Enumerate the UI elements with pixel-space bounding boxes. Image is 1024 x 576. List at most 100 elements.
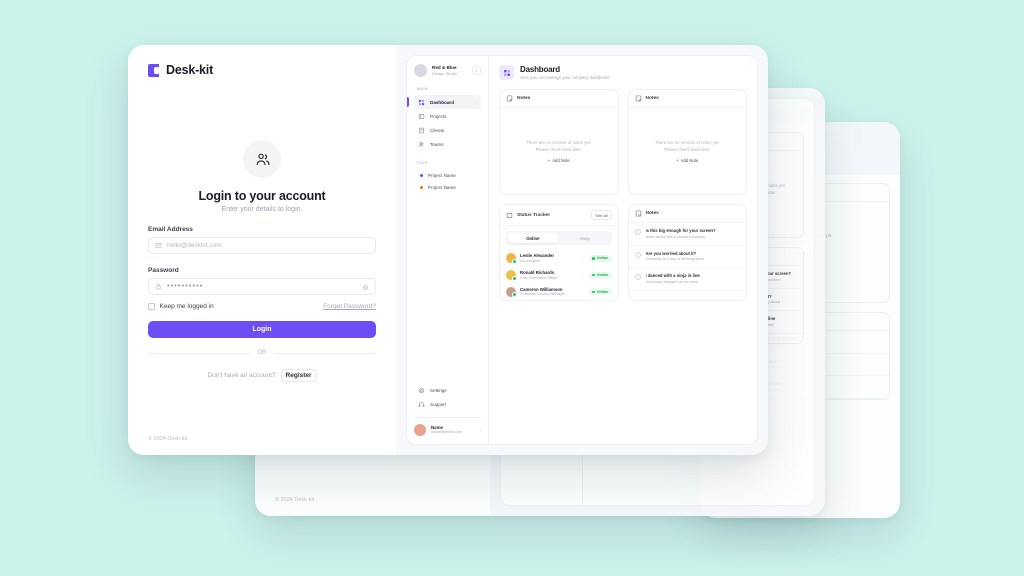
sidebar-item-clients[interactable]: Clients — [414, 123, 481, 137]
list-item[interactable]: Ronald Richards Chief Executive Officer … — [500, 267, 618, 284]
note-desc: Geometry is a way of thinking about — [645, 257, 705, 262]
card-header: Status Tracker See all — [500, 205, 618, 226]
sidebar-item-label: Settings — [430, 387, 447, 393]
fav-dot-icon — [420, 185, 423, 189]
notes-list-title: Notes — [645, 211, 659, 216]
person-name: Ronald Richards — [520, 269, 555, 275]
login-window: Desk-kit Login to your account Enter you… — [128, 45, 768, 455]
org-switcher[interactable]: Red & Blue Design Studio ↕ — [414, 64, 481, 77]
list-item[interactable]: Cameron Williamson Customer Service Mana… — [500, 284, 618, 301]
plus-icon: + — [676, 157, 679, 163]
sidebar-fav-item-2[interactable]: Project Name — [414, 181, 481, 193]
brand: Desk-kit — [148, 63, 376, 77]
dashboard-inner: Red & Blue Design Studio ↕ MAIN Dashboar… — [406, 55, 758, 445]
empty-line-1: There are no records of notes yet. — [526, 139, 592, 145]
note-title: Are you worried about it? — [645, 250, 697, 256]
lock-icon — [156, 283, 161, 290]
sidebar-item-label: Project Name — [428, 172, 456, 178]
page-title: Login to your account — [198, 189, 326, 203]
sidebar-item-dashboard[interactable]: Dashboard › — [407, 95, 481, 109]
password-field[interactable]: •••••••••• — [148, 278, 376, 295]
cards-row-2: Status Tracker See all Online Away Lesli — [499, 204, 747, 302]
divider-line-right — [273, 352, 376, 354]
sidebar-item-label: Teams — [430, 141, 444, 147]
tab-away[interactable]: Away — [560, 233, 610, 243]
status-badge: Online — [588, 288, 612, 296]
status-tracker-card: Status Tracker See all Online Away Lesli — [499, 204, 619, 302]
status-tabs: Online Away — [506, 231, 612, 245]
notes-empty-state: There are no records of notes yet. Pleas… — [500, 108, 618, 194]
sidebar-item-teams[interactable]: Teams — [414, 137, 481, 151]
empty-line-2: Please check back later. — [664, 146, 711, 152]
divider-line-left — [148, 352, 251, 354]
tab-online[interactable]: Online — [508, 233, 558, 243]
list-item[interactable]: Leslie Alexander Ux Designer Online — [500, 250, 618, 267]
footer-copyright: © 2024 Desk-kit — [275, 497, 315, 503]
email-placeholder: hello@deskkit.com — [167, 242, 222, 249]
sidebar: Red & Blue Design Studio ↕ MAIN Dashboar… — [407, 56, 489, 444]
keep-logged-in-checkbox[interactable]: Keep me logged in — [148, 303, 214, 310]
add-note-button[interactable]: + Add Note — [676, 158, 698, 163]
list-item[interactable]: Are you worried about it? Geometry is a … — [628, 246, 746, 269]
dashboard-header: Dashboard Here you can manage your compa… — [499, 65, 747, 80]
card-header: Notes — [628, 90, 746, 108]
org-avatar — [414, 64, 427, 77]
person-role: Ux Designer — [520, 258, 541, 263]
sidebar-fav-item-1[interactable]: Project Name — [414, 169, 481, 181]
email-field[interactable]: hello@deskkit.com — [148, 237, 376, 254]
notes-card-empty: Notes There are no records of notes yet.… — [499, 89, 619, 195]
sidebar-item-label: Project Name — [428, 184, 456, 190]
footer-copyright: © 2024 Desk-kit — [148, 436, 188, 442]
divider-label: OR — [257, 350, 267, 356]
sidebar-item-label: Projects — [430, 113, 447, 119]
note-icon — [506, 95, 513, 102]
avatar — [414, 424, 426, 436]
building-icon — [419, 127, 424, 133]
page-subtitle: Here you can manage your company dashboa… — [520, 75, 610, 80]
add-note-label: Add Note — [680, 157, 699, 163]
status-dot-icon — [592, 290, 595, 294]
register-button[interactable]: Register — [280, 369, 317, 382]
plus-icon: + — [547, 157, 551, 163]
sidebar-item-label: Dashboard — [430, 99, 454, 105]
cards-row-1: Notes There are no records of notes yet.… — [499, 89, 747, 195]
note-checkbox[interactable] — [634, 274, 641, 281]
headset-icon — [418, 401, 425, 407]
password-label: Password — [148, 267, 179, 274]
gear-icon — [418, 387, 425, 393]
dashboard-preview-pane: Red & Blue Design Studio ↕ MAIN Dashboar… — [396, 45, 768, 455]
status-badge: Online — [588, 271, 612, 279]
list-item[interactable]: Is this big enough for your screen? When… — [628, 223, 746, 246]
fav-dot-icon — [420, 173, 423, 177]
see-all-button[interactable]: See all — [591, 210, 612, 220]
checkbox-box — [148, 303, 155, 310]
sidebar-item-support[interactable]: Support — [414, 397, 481, 411]
person-role: Chief Executive Officer — [520, 275, 558, 280]
grid-icon — [418, 99, 425, 105]
list-item[interactable]: I danced with a ninja in line How many t… — [628, 268, 746, 291]
sidebar-item-projects[interactable]: Projects — [414, 109, 481, 123]
status-dot-icon — [592, 273, 595, 277]
register-row: Don't have an account? Register — [148, 369, 376, 382]
dashboard-main: Dashboard Here you can manage your compa… — [489, 56, 757, 444]
org-subtitle: Design Studio — [432, 70, 457, 76]
note-checkbox[interactable] — [634, 251, 641, 258]
sidebar-item-settings[interactable]: Settings — [414, 383, 481, 397]
sidebar-user-profile[interactable]: Name Name@email.com › — [414, 417, 481, 436]
note-checkbox[interactable] — [634, 229, 641, 235]
status-label: Online — [596, 289, 608, 294]
forgot-password-link[interactable]: Forget Password? — [323, 303, 376, 310]
keep-logged-in-label: Keep me logged in — [159, 303, 214, 310]
notes-list-card: Notes Is this big enough for your screen… — [627, 204, 747, 302]
avatar — [506, 270, 517, 281]
sidebar-bottom: Settings Support Name Name@email.com › — [414, 383, 481, 436]
login-button[interactable]: Login — [148, 321, 376, 338]
eye-icon[interactable] — [362, 278, 369, 296]
chevron-right-icon: › — [475, 99, 477, 105]
brand-name: Desk-kit — [166, 63, 214, 77]
note-icon — [635, 95, 641, 102]
note-title: Is this big enough for your screen? — [645, 228, 716, 233]
add-note-button[interactable]: + Add Note — [548, 158, 570, 163]
org-name: Red & Blue — [432, 64, 457, 70]
chevron-updown-icon[interactable]: ↕ — [472, 66, 481, 75]
